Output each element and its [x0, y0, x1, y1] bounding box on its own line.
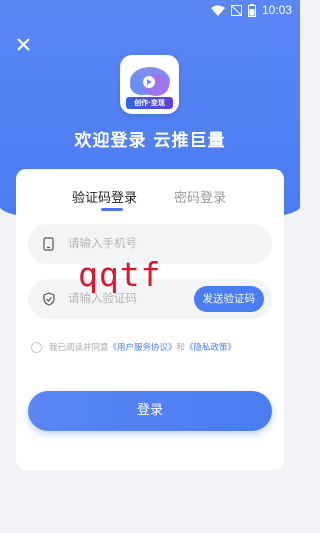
agreement-row: 我已阅读并同意 《用户服务协议》 和 《隐私政策》	[31, 341, 281, 353]
login-card: 验证码登录 密码登录 请输入手机号 请输入验证码 发送验证码 我已阅读并同意 《…	[16, 169, 284, 470]
agreement-prefix: 我已阅读并同意	[49, 343, 109, 353]
close-button[interactable]	[12, 33, 36, 57]
login-tabs: 验证码登录 密码登录	[16, 187, 284, 211]
send-code-button[interactable]: 发送验证码	[193, 286, 264, 312]
phone-icon	[43, 237, 54, 251]
user-agreement-link[interactable]: 《用户服务协议》	[109, 341, 177, 353]
battery-icon	[247, 3, 256, 17]
tab-code-login[interactable]: 验证码登录	[72, 187, 137, 206]
page-title: 欢迎登录 云推巨量	[74, 131, 226, 151]
agreement-and: 和	[176, 343, 186, 353]
logo-tag: 创作·变现	[126, 97, 173, 109]
watermark: qqtf	[78, 255, 162, 294]
wifi-icon	[210, 5, 225, 16]
close-icon	[17, 38, 30, 51]
signal-off-icon	[230, 4, 242, 16]
login-button[interactable]: 登录	[28, 391, 272, 431]
shield-icon	[43, 292, 55, 306]
agreement-checkbox[interactable]	[31, 341, 42, 353]
privacy-policy-link[interactable]: 《隐私政策》	[185, 341, 236, 353]
active-tab-indicator	[101, 208, 123, 211]
app-logo: 创作·变现	[120, 55, 179, 114]
tab-password-login[interactable]: 密码登录	[174, 187, 226, 206]
status-bar: 10:03	[0, 0, 300, 22]
cloud-logo-icon	[130, 67, 170, 96]
status-time: 10:03	[261, 3, 292, 17]
phone-placeholder: 请输入手机号	[68, 236, 137, 250]
